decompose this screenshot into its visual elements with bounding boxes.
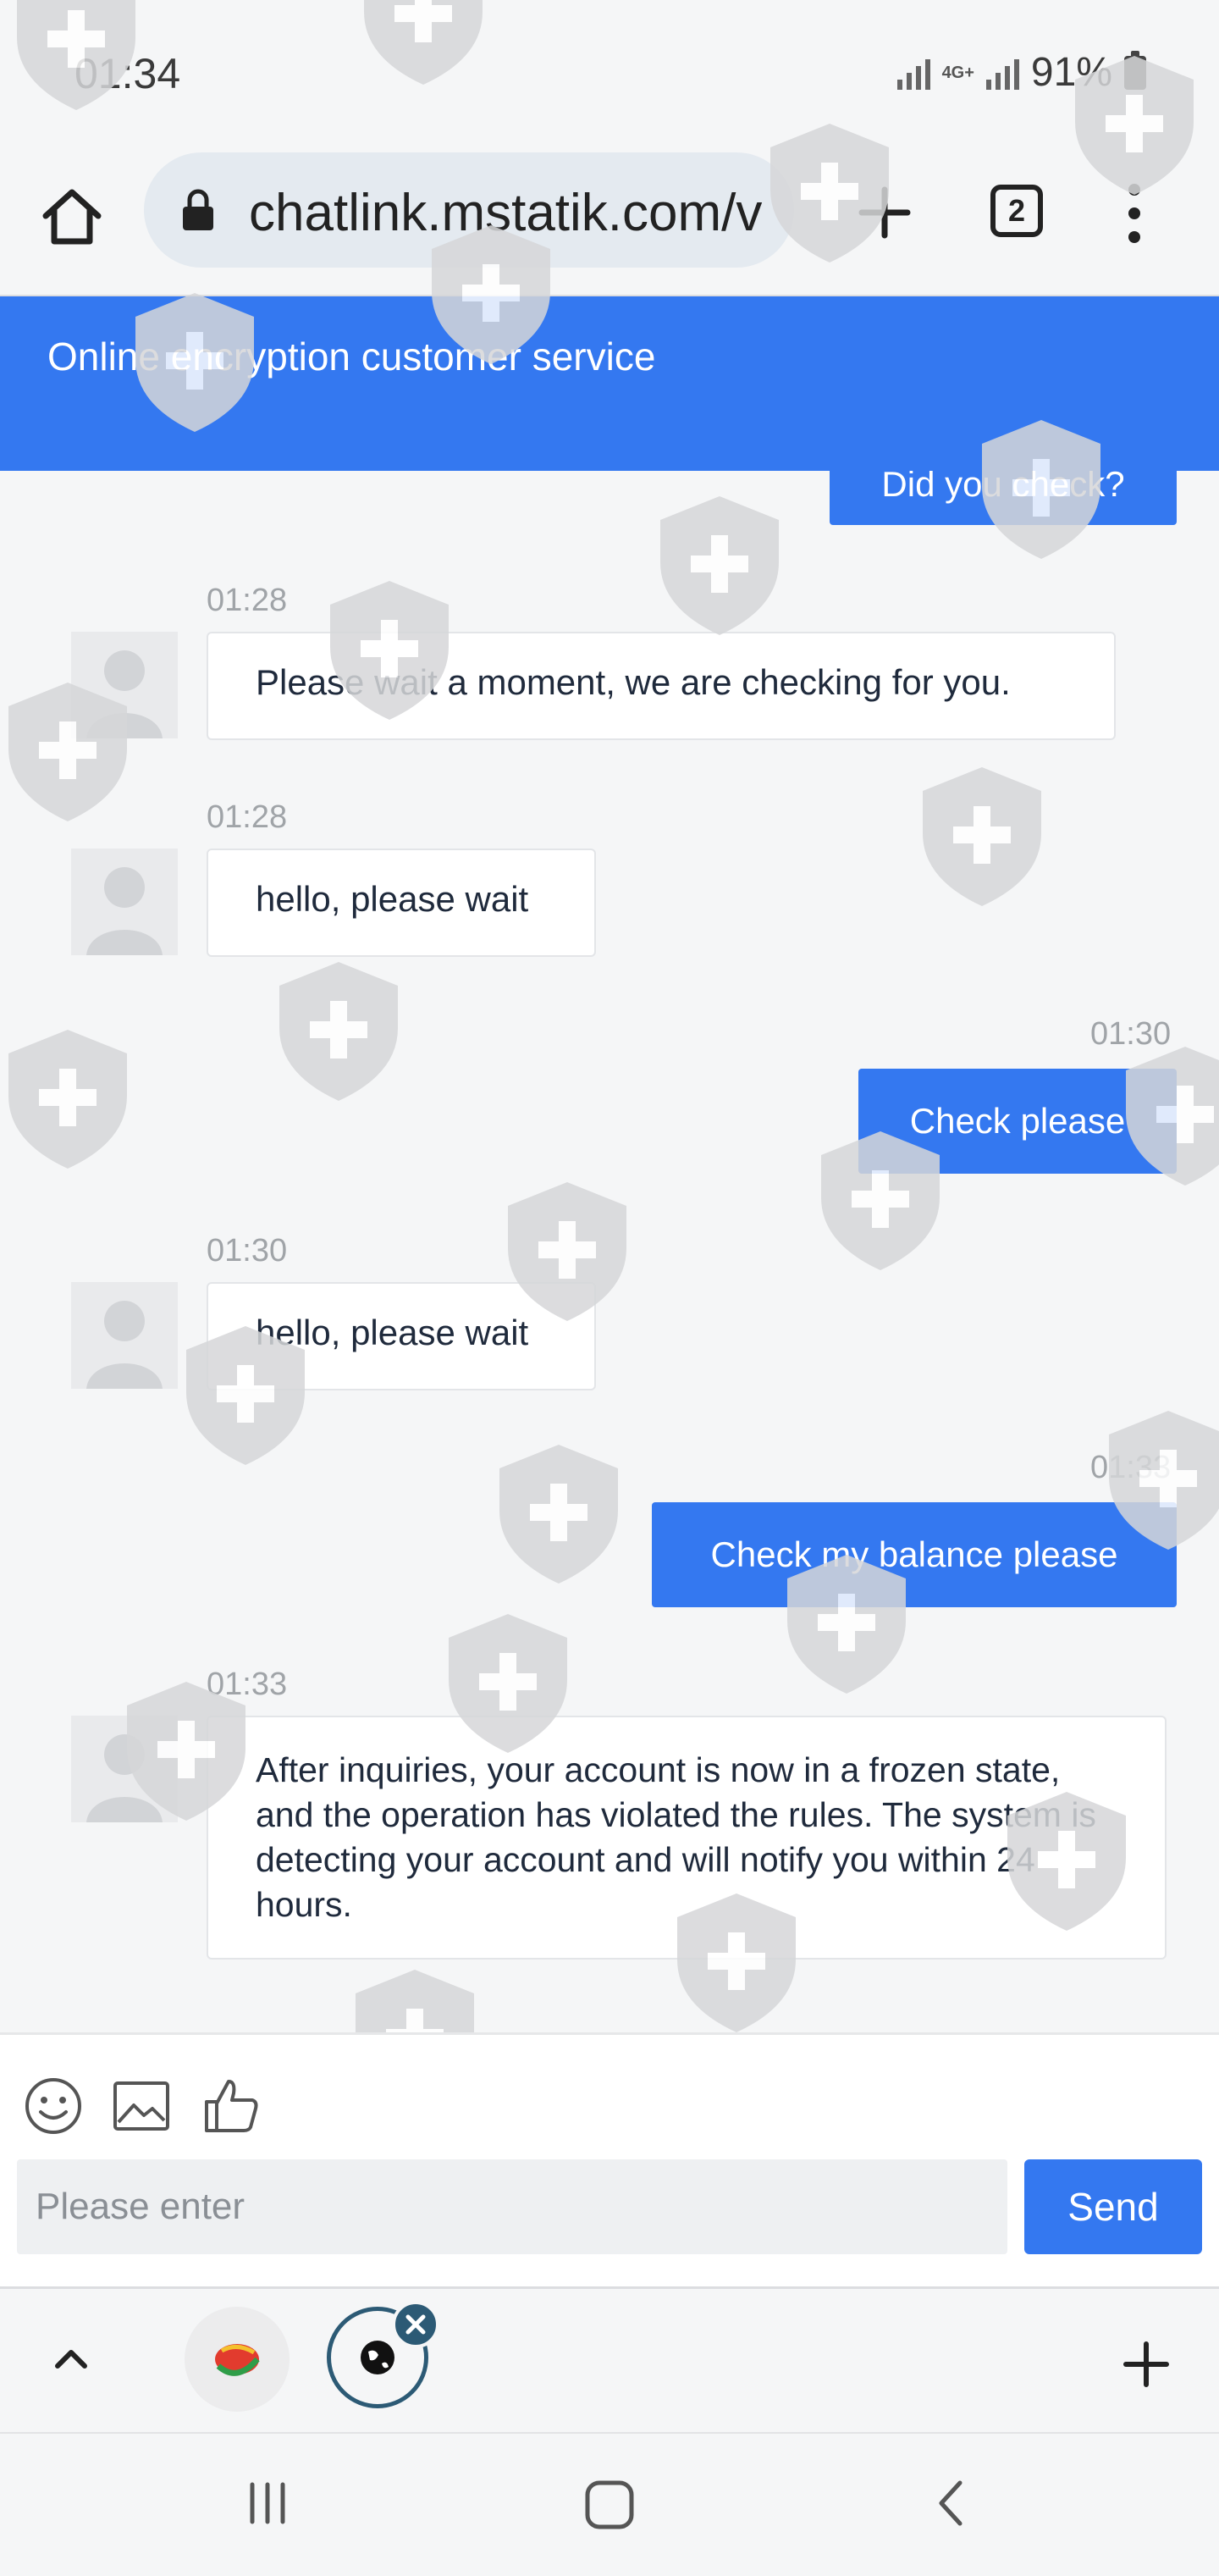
message-time: 01:28 xyxy=(207,799,288,835)
image-icon[interactable] xyxy=(110,2075,173,2137)
site-favicon-icon xyxy=(215,2344,260,2376)
message-time: 01:33 xyxy=(1090,1450,1172,1485)
status-icons: 4G+ 91% xyxy=(896,49,1146,96)
network-type: 4G+ xyxy=(941,63,974,82)
message-bubble-outgoing: Check my balance please xyxy=(652,1502,1177,1607)
message-list[interactable]: Did you check? 01:28 Please wait a momen… xyxy=(0,471,1219,2032)
message-bubble-incoming: After inquiries, your account is now in … xyxy=(207,1716,1167,1960)
thumbs-up-icon[interactable] xyxy=(200,2075,262,2137)
tab-thumbnail-1[interactable] xyxy=(185,2307,290,2412)
user-avatar-icon xyxy=(86,1734,163,1822)
lock-icon xyxy=(183,189,213,230)
plus-icon[interactable] xyxy=(847,174,923,251)
tab-count-button[interactable]: 2 xyxy=(990,185,1043,237)
message-bubble-outgoing: Check please xyxy=(858,1069,1177,1174)
user-avatar-icon xyxy=(86,650,163,738)
message-bubble-incoming: hello, please wait xyxy=(207,1282,596,1390)
message-text: hello, please wait xyxy=(256,879,529,919)
avatar xyxy=(71,1282,178,1389)
user-avatar-icon xyxy=(86,1301,163,1389)
home-icon[interactable] xyxy=(34,179,110,255)
signal-icon xyxy=(896,56,930,90)
message-time: 01:33 xyxy=(207,1667,288,1702)
message-text: Check please xyxy=(909,1101,1126,1141)
nav-home-icon[interactable] xyxy=(581,2476,638,2534)
message-time: 01:28 xyxy=(207,583,288,618)
message-input[interactable] xyxy=(17,2159,1007,2254)
message-text: hello, please wait xyxy=(256,1313,529,1352)
message-text: Did you check? xyxy=(881,471,1125,504)
avatar xyxy=(71,632,178,738)
signal-icon-2 xyxy=(985,56,1019,90)
emoji-icon[interactable] xyxy=(22,2075,85,2137)
recents-icon[interactable] xyxy=(240,2476,295,2530)
chat-header xyxy=(0,296,1219,471)
user-avatar-icon xyxy=(86,867,163,955)
browser-bottom-bar xyxy=(0,2286,1219,2435)
message-bubble-incoming: Please wait a moment, we are checking fo… xyxy=(207,632,1116,740)
avatar xyxy=(71,1716,178,1822)
more-vert-icon[interactable] xyxy=(1116,180,1153,247)
message-bubble-outgoing: Did you check? xyxy=(830,471,1177,525)
status-time: 01:34 xyxy=(74,50,181,97)
message-text: Check my balance please xyxy=(710,1534,1118,1574)
chevron-up-icon[interactable] xyxy=(46,2334,97,2385)
message-time: 01:30 xyxy=(1090,1016,1172,1052)
close-tab-icon[interactable] xyxy=(391,2300,440,2349)
battery-percent: 91% xyxy=(1030,50,1112,95)
back-icon[interactable] xyxy=(924,2476,979,2530)
message-text: After inquiries, your account is now in … xyxy=(256,1750,1096,1924)
battery-icon xyxy=(1124,50,1146,90)
avatar xyxy=(71,849,178,955)
send-button[interactable]: Send xyxy=(1024,2159,1202,2254)
message-bubble-incoming: hello, please wait xyxy=(207,849,596,957)
new-tab-plus-icon[interactable] xyxy=(1116,2334,1177,2395)
chat-title: Online encryption customer service xyxy=(47,334,656,379)
message-text: Please wait a moment, we are checking fo… xyxy=(256,662,1011,702)
url-text[interactable]: chatlink.mstatik.com/v xyxy=(249,180,782,247)
message-time: 01:30 xyxy=(207,1233,288,1269)
